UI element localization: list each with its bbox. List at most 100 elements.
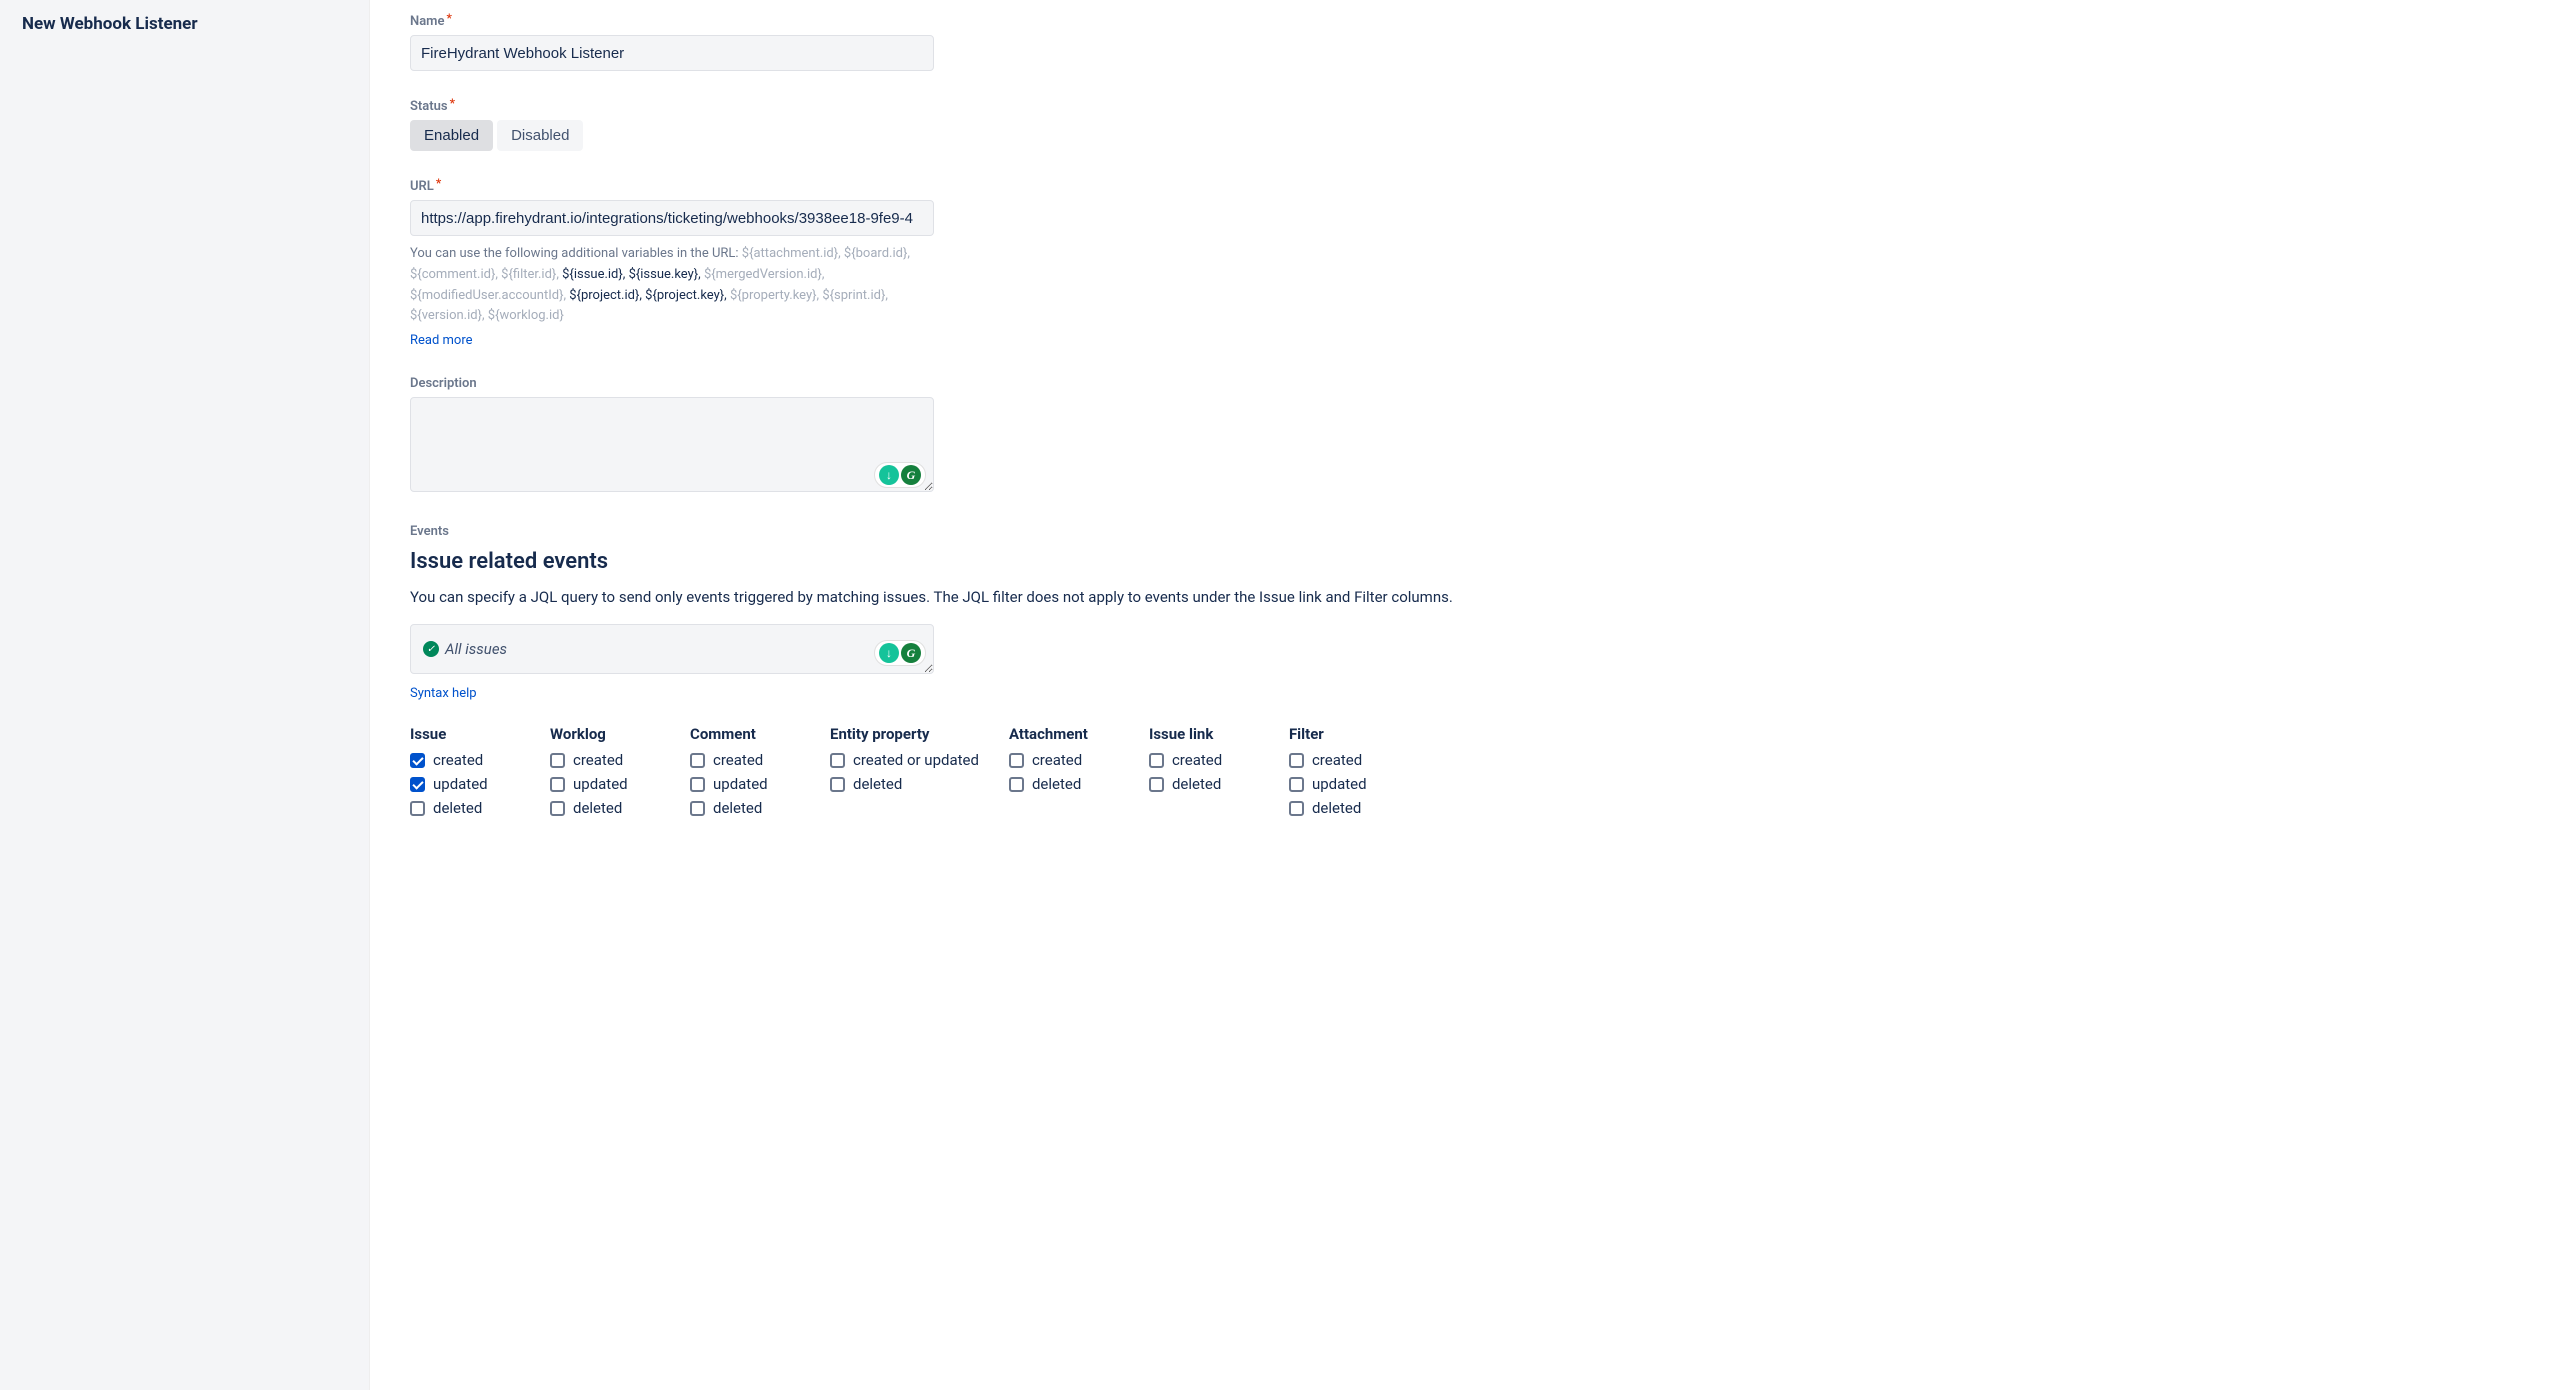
checkbox-label: created bbox=[1172, 751, 1222, 769]
event-column-title: Worklog bbox=[550, 725, 660, 743]
event-checkbox-row[interactable]: deleted bbox=[1289, 799, 1399, 817]
checkbox[interactable] bbox=[410, 753, 425, 768]
checkbox-label: updated bbox=[1312, 775, 1367, 793]
status-toggle-group: Enabled Disabled bbox=[410, 120, 583, 151]
checkbox[interactable] bbox=[1009, 777, 1024, 792]
event-column-title: Entity property bbox=[830, 725, 979, 743]
jql-placeholder: All issues bbox=[445, 640, 507, 658]
event-column: Worklog created updated deleted bbox=[550, 725, 660, 823]
event-checkbox-row[interactable]: deleted bbox=[690, 799, 800, 817]
url-variable: ${comment.id}, bbox=[410, 267, 498, 282]
event-checkbox-row[interactable]: created bbox=[1289, 751, 1399, 769]
checkbox[interactable] bbox=[1289, 777, 1304, 792]
checkbox[interactable] bbox=[550, 801, 565, 816]
event-column: Issue created updated deleted bbox=[410, 725, 520, 823]
url-variable: ${project.id}, bbox=[566, 288, 642, 303]
checkbox-label: deleted bbox=[1312, 799, 1361, 817]
checkbox[interactable] bbox=[690, 753, 705, 768]
main-content: Name* Status* Enabled Disabled URL* bbox=[370, 0, 2562, 1390]
sidebar: New Webhook Listener bbox=[0, 0, 370, 1390]
check-icon: ✓ bbox=[423, 641, 439, 657]
checkbox-label: created or updated bbox=[853, 751, 979, 769]
url-variable: ${attachment.id}, bbox=[742, 246, 841, 261]
event-checkbox-row[interactable]: created bbox=[550, 751, 660, 769]
checkbox-label: created bbox=[713, 751, 763, 769]
field-status: Status* Enabled Disabled bbox=[410, 99, 1480, 151]
required-asterisk: * bbox=[450, 97, 455, 109]
event-checkbox-row[interactable]: updated bbox=[690, 775, 800, 793]
status-label: Status* bbox=[410, 99, 1480, 114]
status-enabled-button[interactable]: Enabled bbox=[410, 120, 493, 151]
read-more-link[interactable]: Read more bbox=[410, 333, 473, 348]
checkbox[interactable] bbox=[410, 777, 425, 792]
url-help-prefix: You can use the following additional var… bbox=[410, 246, 742, 261]
checkbox-label: deleted bbox=[433, 799, 482, 817]
field-description: Description ↓ G bbox=[410, 376, 1480, 496]
name-label: Name* bbox=[410, 14, 1480, 29]
checkbox[interactable] bbox=[550, 753, 565, 768]
url-input[interactable] bbox=[410, 200, 934, 236]
event-column: Entity property created or updated deleted bbox=[830, 725, 979, 823]
field-name: Name* bbox=[410, 14, 1480, 71]
checkbox[interactable] bbox=[550, 777, 565, 792]
checkbox-label: created bbox=[573, 751, 623, 769]
checkbox-label: deleted bbox=[713, 799, 762, 817]
event-checkbox-row[interactable]: deleted bbox=[550, 799, 660, 817]
field-url: URL* You can use the following additiona… bbox=[410, 179, 1480, 348]
checkbox[interactable] bbox=[1149, 753, 1164, 768]
event-checkbox-row[interactable]: deleted bbox=[1149, 775, 1259, 793]
checkbox[interactable] bbox=[830, 753, 845, 768]
event-checkbox-row[interactable]: created or updated bbox=[830, 751, 979, 769]
url-variable: ${filter.id}, bbox=[498, 267, 559, 282]
status-disabled-button[interactable]: Disabled bbox=[497, 120, 583, 151]
event-column-title: Filter bbox=[1289, 725, 1399, 743]
event-checkbox-row[interactable]: created bbox=[690, 751, 800, 769]
checkbox[interactable] bbox=[830, 777, 845, 792]
checkbox[interactable] bbox=[1289, 801, 1304, 816]
required-asterisk: * bbox=[436, 177, 441, 189]
grammarly-status-icon: ↓ bbox=[879, 643, 899, 663]
events-heading: Issue related events bbox=[410, 549, 2522, 574]
checkbox[interactable] bbox=[410, 801, 425, 816]
event-checkbox-row[interactable]: created bbox=[1009, 751, 1119, 769]
event-column-title: Issue bbox=[410, 725, 520, 743]
event-checkbox-row[interactable]: updated bbox=[550, 775, 660, 793]
event-checkbox-row[interactable]: updated bbox=[410, 775, 520, 793]
event-checkbox-row[interactable]: deleted bbox=[410, 799, 520, 817]
grammarly-badge[interactable]: ↓ G bbox=[874, 462, 926, 488]
name-input[interactable] bbox=[410, 35, 934, 71]
url-help-text: You can use the following additional var… bbox=[410, 244, 934, 327]
checkbox[interactable] bbox=[1009, 753, 1024, 768]
url-variable: ${board.id}, bbox=[841, 246, 910, 261]
event-checkbox-row[interactable]: deleted bbox=[830, 775, 979, 793]
syntax-help-link[interactable]: Syntax help bbox=[410, 686, 477, 701]
url-variable: ${property.key}, bbox=[727, 288, 819, 303]
event-checkbox-row[interactable]: created bbox=[1149, 751, 1259, 769]
url-variable: ${sprint.id}, bbox=[819, 288, 888, 303]
description-textarea[interactable] bbox=[410, 397, 934, 492]
events-small-label: Events bbox=[410, 524, 2522, 539]
checkbox-label: created bbox=[433, 751, 483, 769]
checkbox-label: created bbox=[1312, 751, 1362, 769]
event-column: Attachmentcreateddeleted bbox=[1009, 725, 1119, 823]
checkbox[interactable] bbox=[690, 777, 705, 792]
url-variable: ${issue.id}, bbox=[559, 267, 625, 282]
event-column: Commentcreatedupdateddeleted bbox=[690, 725, 800, 823]
event-checkbox-row[interactable]: updated bbox=[1289, 775, 1399, 793]
checkbox-label: deleted bbox=[1172, 775, 1221, 793]
event-checkbox-row[interactable]: created bbox=[410, 751, 520, 769]
grammarly-status-icon: ↓ bbox=[879, 465, 899, 485]
checkbox[interactable] bbox=[1289, 753, 1304, 768]
checkbox[interactable] bbox=[1149, 777, 1164, 792]
event-checkbox-row[interactable]: deleted bbox=[1009, 775, 1119, 793]
url-variable: ${issue.key}, bbox=[625, 267, 700, 282]
event-columns: Issue created updated deleted Worklog created… bbox=[410, 725, 2522, 823]
checkbox-label: deleted bbox=[853, 775, 902, 793]
checkbox[interactable] bbox=[690, 801, 705, 816]
jql-query-input[interactable]: ✓ All issues bbox=[410, 624, 934, 674]
checkbox-label: updated bbox=[573, 775, 628, 793]
grammarly-badge[interactable]: ↓ G bbox=[874, 640, 926, 666]
url-variable: ${modifiedUser.accountId}, bbox=[410, 288, 566, 303]
url-label: URL* bbox=[410, 179, 1480, 194]
checkbox-label: created bbox=[1032, 751, 1082, 769]
